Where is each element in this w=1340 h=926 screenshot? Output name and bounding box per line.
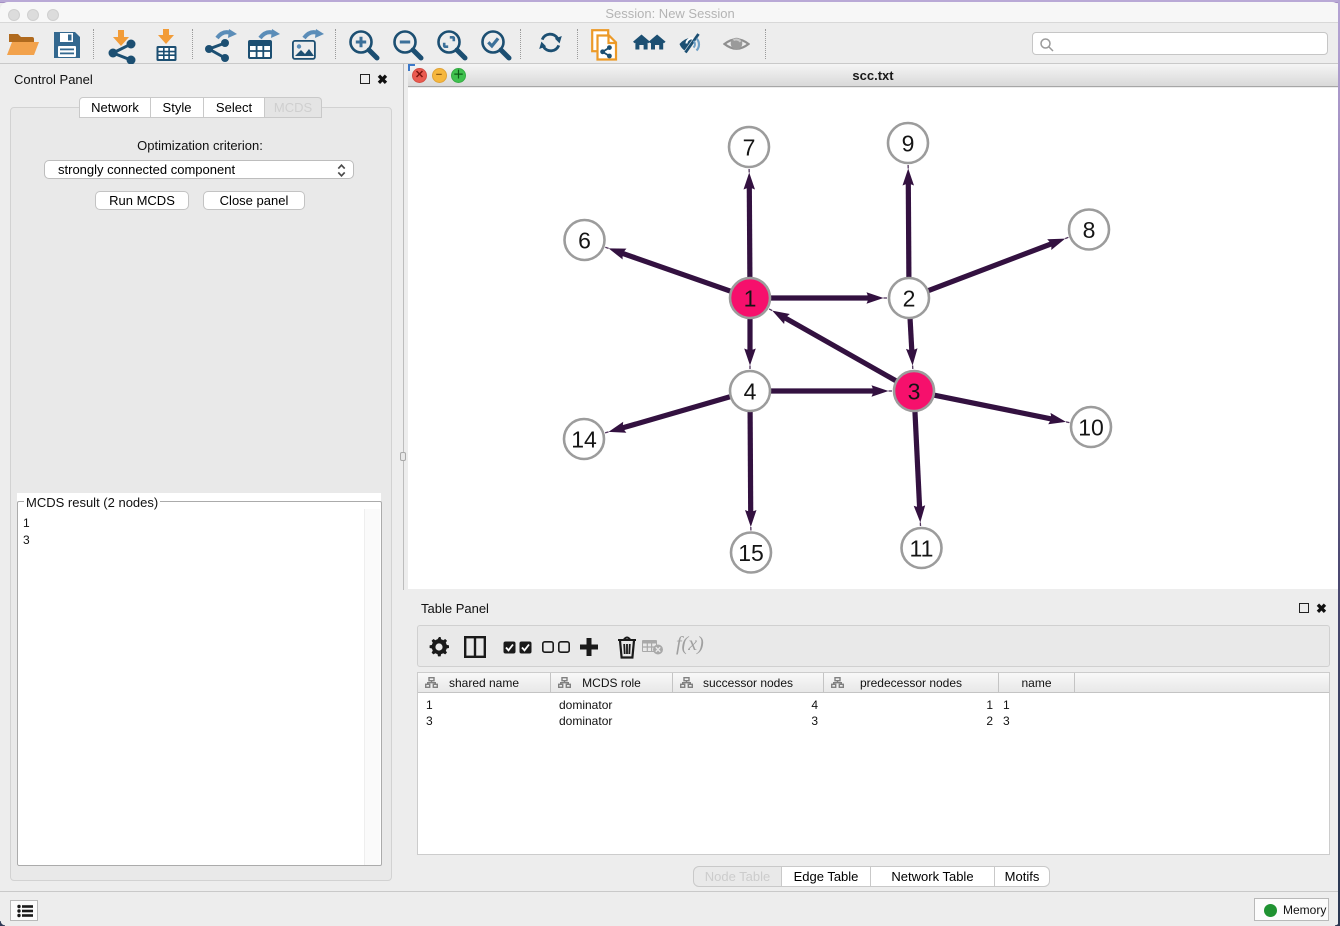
- svg-text:4: 4: [744, 378, 757, 404]
- svg-text:8: 8: [1083, 217, 1096, 243]
- svg-text:10: 10: [1078, 414, 1104, 440]
- svg-text:3: 3: [908, 378, 921, 404]
- svg-text:11: 11: [910, 535, 934, 561]
- svg-text:14: 14: [571, 426, 597, 452]
- svg-text:1: 1: [744, 285, 757, 311]
- svg-text:6: 6: [578, 227, 591, 253]
- svg-text:2: 2: [903, 285, 916, 311]
- svg-text:7: 7: [743, 134, 756, 160]
- svg-text:9: 9: [902, 130, 915, 156]
- svg-text:15: 15: [738, 540, 764, 566]
